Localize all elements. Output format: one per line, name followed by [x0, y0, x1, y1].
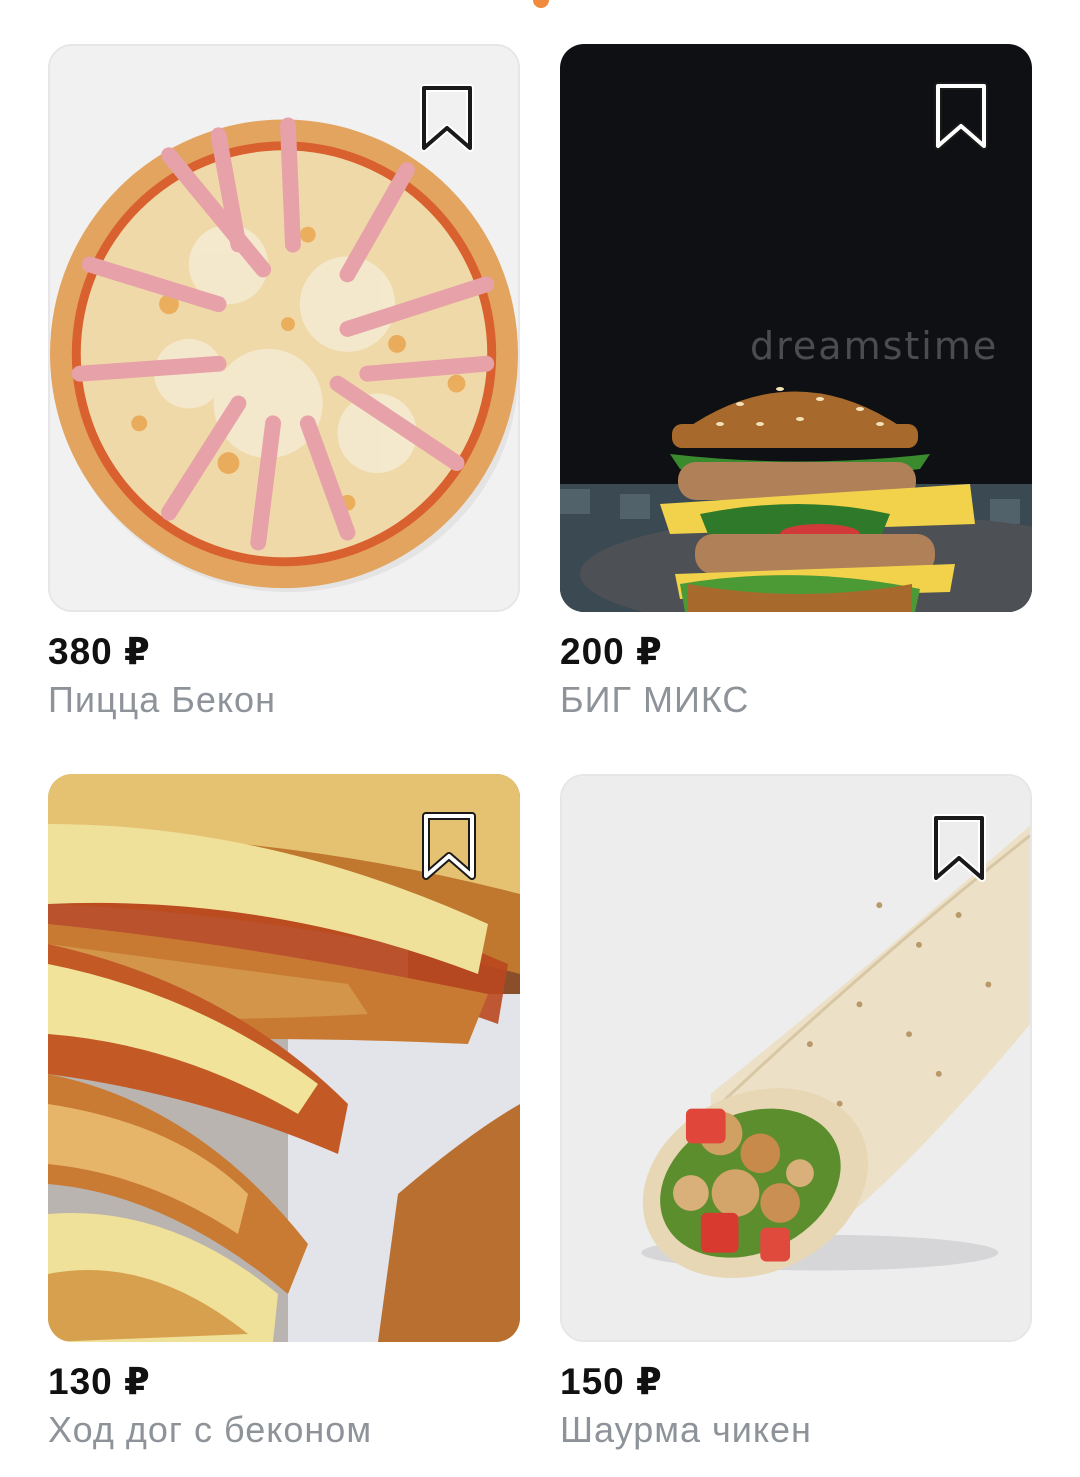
product-card[interactable]: 380 ₽ Пицца Бекон [48, 44, 520, 724]
product-card[interactable]: dreamstime 200 ₽ БИГ МИКС [560, 44, 1032, 724]
product-name: Ход дог с беконом [48, 1409, 373, 1450]
product-price: 150 ₽ [560, 1361, 663, 1402]
product-price: 200 ₽ [560, 631, 663, 672]
product-photo[interactable] [48, 774, 520, 1342]
scroll-indicator [533, 0, 549, 8]
product-name: БИГ МИКС [560, 679, 750, 720]
product-grid: 380 ₽ Пицца Бекон dreamstime 200 ₽ БИГ М… [48, 44, 1032, 1454]
product-name: Шаурма чикен [560, 1409, 812, 1450]
product-photo[interactable] [560, 774, 1032, 1342]
bookmark-icon[interactable] [416, 84, 478, 156]
product-price: 130 ₽ [48, 1361, 151, 1402]
product-photo[interactable]: dreamstime [560, 44, 1032, 612]
bookmark-icon[interactable] [418, 812, 480, 884]
product-card[interactable]: 130 ₽ Ход дог с беконом [48, 774, 520, 1454]
product-price: 380 ₽ [48, 631, 151, 672]
product-photo[interactable] [48, 44, 520, 612]
bookmark-icon[interactable] [928, 814, 990, 886]
watermark-text: dreamstime [750, 324, 998, 368]
product-card[interactable]: 150 ₽ Шаурма чикен [560, 774, 1032, 1454]
product-name: Пицца Бекон [48, 679, 276, 720]
bookmark-icon[interactable] [930, 82, 992, 154]
